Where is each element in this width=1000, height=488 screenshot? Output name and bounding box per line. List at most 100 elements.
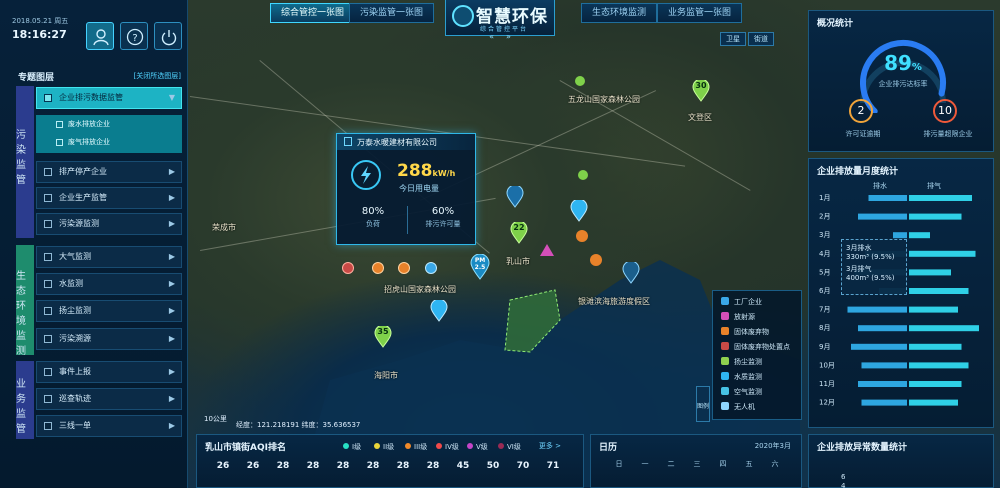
aqi-value[interactable]: 28 bbox=[273, 461, 293, 471]
legend-item[interactable]: 无人机 bbox=[721, 402, 755, 412]
aqi-value[interactable]: 28 bbox=[423, 461, 443, 471]
prev-arrow-icon[interactable]: « bbox=[489, 32, 494, 41]
checkbox[interactable] bbox=[56, 121, 63, 128]
layer-item-emission-data[interactable]: 企业排污数据监管 ▼ bbox=[36, 87, 182, 109]
checkbox[interactable] bbox=[44, 395, 52, 403]
aqi-value[interactable]: 26 bbox=[213, 461, 233, 471]
air-marker[interactable]: PM 2.5 bbox=[470, 253, 490, 280]
layer-item-event-report[interactable]: 事件上报 ▶ bbox=[36, 361, 182, 383]
water-marker[interactable] bbox=[570, 198, 588, 222]
checkbox[interactable] bbox=[44, 94, 52, 102]
water-bar[interactable] bbox=[858, 213, 907, 220]
water-bar[interactable] bbox=[861, 399, 908, 406]
tab-integrated-control[interactable]: 综合管控一张图 bbox=[270, 3, 356, 23]
layer-subitem-wastewater[interactable]: 废水排放企业 bbox=[36, 115, 182, 135]
factory-icon[interactable] bbox=[425, 262, 437, 274]
checkbox[interactable] bbox=[44, 220, 52, 228]
checkbox[interactable] bbox=[56, 139, 63, 146]
aqi-ranking-panel: 乳山市镇街AQI排名 I级 II级 III级 IV级 V级 VI级 更多 > 26 26 28… bbox=[196, 434, 584, 488]
checkbox[interactable] bbox=[44, 335, 52, 343]
gas-bar[interactable] bbox=[909, 362, 969, 369]
next-arrow-icon[interactable]: » bbox=[506, 32, 511, 41]
legend-item[interactable]: 放射源 bbox=[721, 312, 755, 322]
drone-marker[interactable] bbox=[622, 260, 640, 284]
dust-monitor-icon[interactable] bbox=[575, 76, 585, 86]
aqi-value[interactable]: 28 bbox=[363, 461, 383, 471]
dust-monitor-icon[interactable] bbox=[578, 170, 588, 180]
calendar-month[interactable]: 2020年3月 bbox=[755, 441, 791, 451]
gas-bar[interactable] bbox=[909, 381, 962, 387]
checkbox[interactable] bbox=[44, 307, 52, 315]
checkbox[interactable] bbox=[44, 194, 52, 202]
gas-bar[interactable] bbox=[909, 288, 969, 294]
gas-bar[interactable] bbox=[909, 399, 958, 406]
water-bar[interactable] bbox=[847, 306, 908, 313]
gas-bar[interactable] bbox=[909, 250, 976, 257]
aqi-value[interactable]: 28 bbox=[333, 461, 353, 471]
layer-item-three-lines[interactable]: 三线一单 ▶ bbox=[36, 415, 182, 437]
aqi-value[interactable]: 50 bbox=[483, 461, 503, 471]
tab-pollution-supervision[interactable]: 污染监管一张图 bbox=[349, 3, 435, 23]
aqi-value[interactable]: 70 bbox=[513, 461, 533, 471]
radiation-icon[interactable] bbox=[540, 244, 554, 256]
aqi-value[interactable]: 26 bbox=[243, 461, 263, 471]
solid-waste-icon[interactable] bbox=[576, 230, 588, 242]
dust-marker[interactable]: 22 bbox=[510, 220, 528, 244]
layer-item-dust[interactable]: 扬尘监测 ▶ bbox=[36, 300, 182, 322]
water-bar[interactable] bbox=[858, 381, 907, 387]
tab-business-supervision[interactable]: 业务监管一张图 bbox=[657, 3, 743, 23]
legend-item[interactable]: 扬尘监测 bbox=[721, 357, 762, 367]
aqi-value[interactable]: 28 bbox=[393, 461, 413, 471]
water-bar[interactable] bbox=[861, 362, 908, 369]
water-bar[interactable] bbox=[858, 325, 907, 332]
aqi-value[interactable]: 28 bbox=[303, 461, 323, 471]
water-bar[interactable] bbox=[851, 343, 907, 350]
legend-item[interactable]: 空气监测 bbox=[721, 387, 762, 397]
legend-item[interactable]: 固体废弃物处置点 bbox=[721, 342, 790, 352]
water-bar[interactable] bbox=[893, 232, 907, 239]
layer-item-tracing[interactable]: 污染溯源 ▶ bbox=[36, 328, 182, 350]
layer-item-production-supervision[interactable]: 企业生产监管 ▶ bbox=[36, 187, 182, 209]
help-button[interactable]: ? bbox=[120, 22, 148, 50]
checkbox[interactable] bbox=[44, 168, 52, 176]
water-marker[interactable] bbox=[430, 298, 448, 322]
factory-marker[interactable] bbox=[506, 184, 524, 208]
anomaly-panel: 企业排放异常数量统计 6 4 bbox=[808, 434, 994, 488]
more-link[interactable]: 更多 > bbox=[539, 441, 561, 451]
layer-item-patrol[interactable]: 巡查轨迹 ▶ bbox=[36, 388, 182, 410]
dust-marker[interactable]: 35 bbox=[374, 324, 392, 348]
solid-waste-icon[interactable] bbox=[590, 254, 602, 266]
layer-item-pollution-source[interactable]: 污染源监测 ▶ bbox=[36, 213, 182, 235]
gas-bar[interactable] bbox=[909, 213, 962, 220]
layer-item-air[interactable]: 大气监测 ▶ bbox=[36, 246, 182, 268]
legend-item[interactable]: 水质监测 bbox=[721, 372, 762, 382]
gas-bar[interactable] bbox=[909, 232, 930, 239]
legend-item[interactable]: 工厂企业 bbox=[721, 297, 762, 307]
checkbox[interactable] bbox=[44, 368, 52, 376]
power-button[interactable] bbox=[154, 22, 182, 50]
checkbox[interactable] bbox=[44, 422, 52, 430]
layer-item-water[interactable]: 水监测 ▶ bbox=[36, 273, 182, 295]
waste-site-icon[interactable] bbox=[342, 262, 354, 274]
tab-eco-monitoring[interactable]: 生态环境监测 bbox=[581, 3, 658, 23]
gas-bar[interactable] bbox=[909, 306, 958, 313]
legend-toggle-button[interactable]: 图例 bbox=[696, 386, 710, 422]
solid-waste-icon[interactable] bbox=[398, 262, 410, 274]
gas-bar[interactable] bbox=[909, 325, 979, 332]
checkbox[interactable] bbox=[44, 280, 52, 288]
aqi-value[interactable]: 71 bbox=[543, 461, 563, 471]
water-bar[interactable] bbox=[868, 195, 908, 201]
layer-item-production-status[interactable]: 排产停产企业 ▶ bbox=[36, 161, 182, 183]
gas-bar[interactable] bbox=[909, 269, 951, 276]
month-label: 10月 bbox=[819, 361, 835, 369]
legend-item[interactable]: 固体废弃物 bbox=[721, 327, 769, 337]
close-selected-layers-link[interactable]: [关闭所选图层] bbox=[134, 71, 181, 81]
checkbox[interactable] bbox=[44, 253, 52, 261]
gas-bar[interactable] bbox=[909, 343, 962, 350]
user-button[interactable] bbox=[86, 22, 114, 50]
solid-waste-icon[interactable] bbox=[372, 262, 384, 274]
layer-subitem-waste-gas[interactable]: 废气排放企业 bbox=[36, 133, 182, 153]
dust-marker[interactable]: 30 bbox=[692, 78, 710, 102]
gas-bar[interactable] bbox=[909, 195, 972, 201]
aqi-value[interactable]: 45 bbox=[453, 461, 473, 471]
